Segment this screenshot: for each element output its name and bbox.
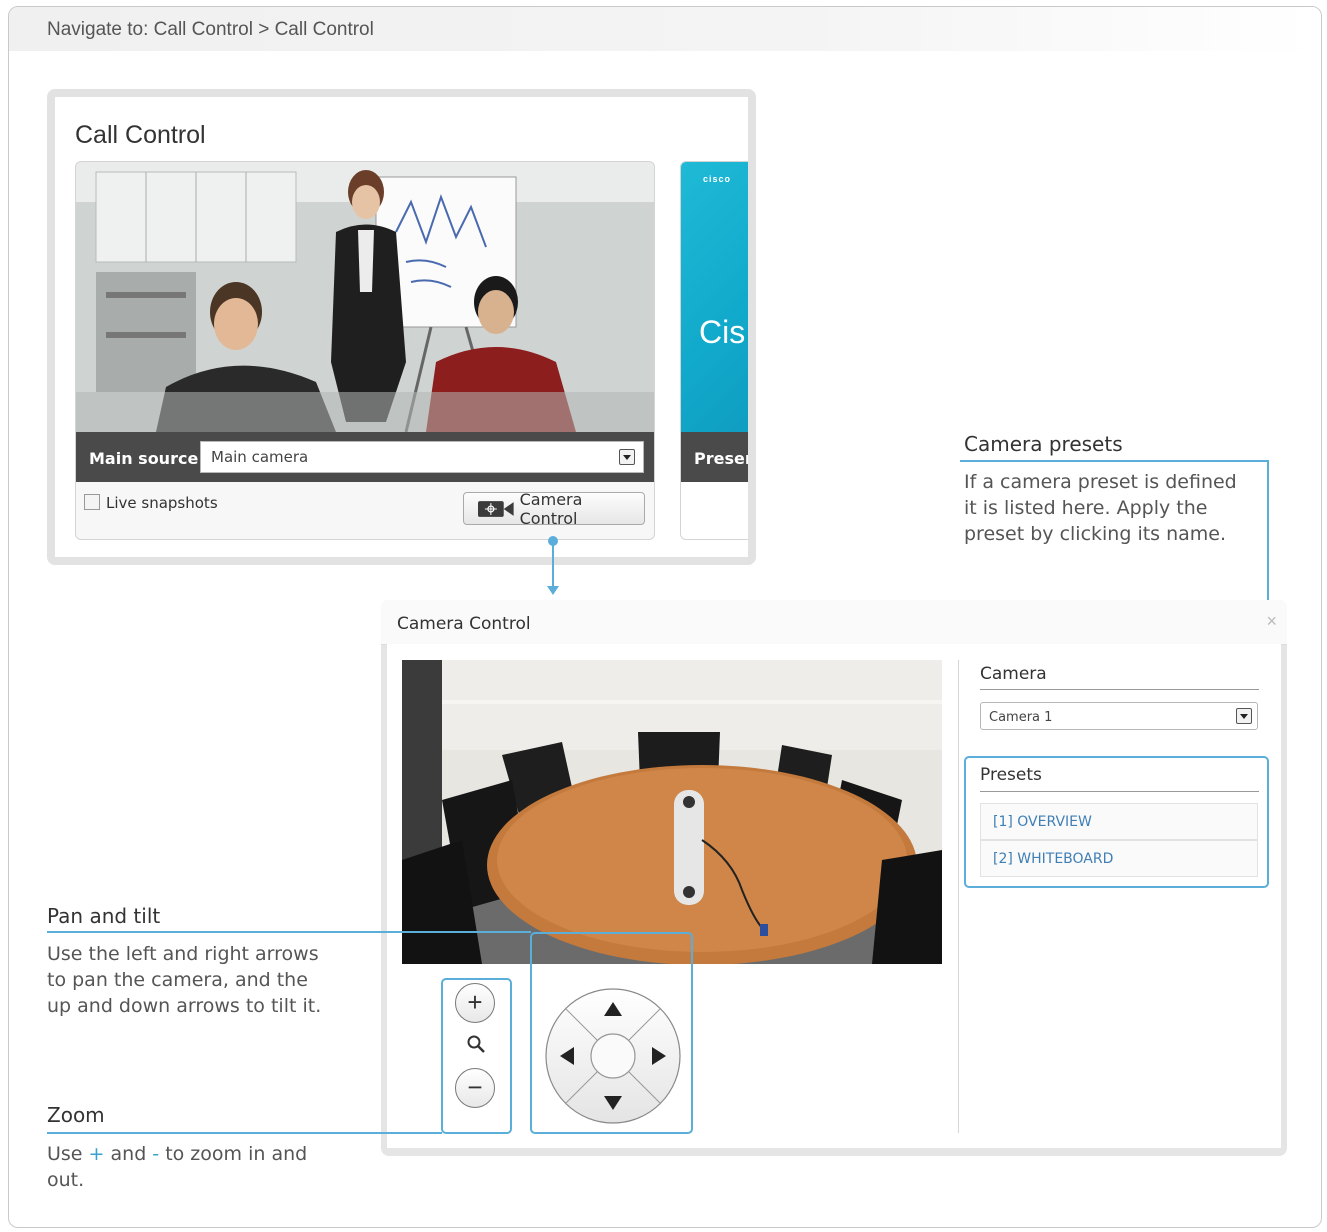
close-icon[interactable]: ×: [1266, 611, 1277, 632]
main-source-bar: Main source Main camera: [76, 432, 654, 482]
zoom-plus-symbol: +: [88, 1143, 105, 1165]
live-snapshots-checkbox[interactable]: [84, 494, 100, 510]
zoom-callout-title: Zoom: [47, 1103, 105, 1127]
camera-presets-callout-title: Camera presets: [964, 432, 1123, 456]
pan-tilt-highlight-box: [530, 932, 693, 1134]
camera-control-button-label: Camera Control: [519, 489, 583, 528]
presentation-label: Presen: [694, 449, 748, 468]
dialog-header: Camera Control ×: [381, 600, 1287, 645]
presentation-card: cisco Cis Presen: [680, 161, 748, 540]
video-camera-icon: [478, 500, 514, 517]
dialog-body: Camera Camera 1 Presets [1] OVERVIEW [2]…: [387, 644, 1281, 1148]
connector-line: [552, 540, 554, 588]
pan-tilt-callout-text: Use the left and right arrows to pan the…: [47, 943, 322, 1017]
connector-arrowhead: [547, 586, 559, 595]
camera-section-divider: [980, 689, 1259, 690]
camera-section-label: Camera: [980, 664, 1047, 684]
cisco-logo: cisco: [703, 174, 732, 184]
presentation-screen: cisco Cis: [681, 162, 748, 432]
zoom-highlight-box: [441, 978, 512, 1134]
presentation-source-bar: Presen: [681, 432, 748, 482]
presentation-screen-text: Cis: [699, 314, 746, 350]
pan-tilt-callout-line: [47, 931, 531, 933]
presets-highlight-box: [964, 756, 1269, 888]
navigation-path: Navigate to: Call Control > Call Control: [47, 19, 374, 40]
page-title: Call Control: [75, 121, 206, 149]
dialog-divider: [958, 660, 959, 1133]
main-source-value: Main camera: [211, 448, 309, 466]
live-snapshots-toggle[interactable]: Live snapshots: [84, 494, 218, 512]
main-video-card: Main source Main camera Live snapshots C…: [75, 161, 655, 540]
zoom-callout-text: Use + and - to zoom in and out.: [47, 1141, 332, 1193]
camera-select[interactable]: Camera 1: [980, 702, 1258, 730]
chevron-down-icon[interactable]: [1236, 708, 1252, 724]
chevron-down-icon[interactable]: [619, 449, 635, 465]
meeting-room-video-image: [402, 660, 942, 964]
dialog-title: Camera Control: [397, 614, 531, 634]
live-snapshots-label: Live snapshots: [106, 494, 218, 512]
camera-control-button[interactable]: Camera Control: [463, 489, 645, 528]
pan-tilt-callout-title: Pan and tilt: [47, 904, 161, 928]
office-video-image: [76, 162, 654, 432]
main-source-select[interactable]: Main camera: [200, 441, 644, 473]
zoom-text-middle: and: [104, 1143, 153, 1165]
zoom-callout-line: [47, 1132, 442, 1134]
main-source-label: Main source: [89, 449, 199, 468]
navigation-bar: Navigate to: Call Control > Call Control: [9, 7, 1321, 51]
zoom-text-start: Use: [47, 1143, 89, 1165]
call-control-panel: Call Control Main source Main camera Liv…: [55, 97, 748, 557]
camera-select-value: Camera 1: [989, 710, 1053, 725]
camera-presets-callout-text: If a camera preset is defined it is list…: [964, 471, 1237, 545]
connector-dot: [548, 536, 558, 546]
call-control-window: Call Control Main source Main camera Liv…: [47, 89, 756, 565]
camera-presets-callout-line: [960, 460, 1269, 462]
